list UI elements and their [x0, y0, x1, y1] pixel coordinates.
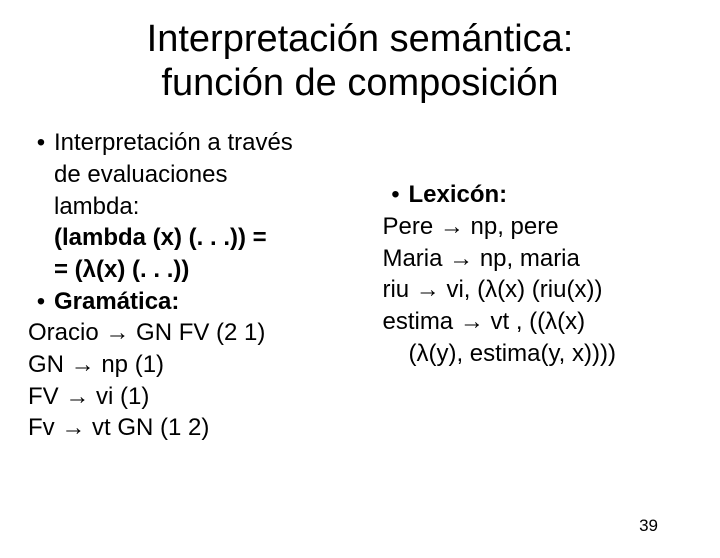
bullet-interpretation: • Interpretación a través de evaluacione… [28, 127, 382, 222]
right-column: • Lexicón: Pere → np, pere Maria → np, m… [382, 127, 692, 444]
bullet-dot-icon: • [28, 286, 54, 318]
text: lambda: [54, 193, 139, 220]
bullet-lexicon: • Lexicón: [382, 179, 692, 211]
bullet-dot-icon: • [28, 127, 54, 159]
text: Gramática: [54, 286, 382, 318]
lexicon-entry: riu → vi, (λ(x) (riu(x)) [382, 274, 692, 306]
bullet-grammar: • Gramática: [28, 286, 382, 318]
lexicon-entry: estima → vt , ((λ(x) [382, 306, 692, 338]
grammar-rule: FV → vi (1) [28, 381, 382, 413]
grammar-rule: Fv → vt GN (1 2) [28, 412, 382, 444]
lexicon-entry: Maria → np, maria [382, 243, 692, 275]
content-columns: • Interpretación a través de evaluacione… [0, 127, 720, 444]
page-number: 39 [639, 516, 658, 536]
grammar-rule: GN → np (1) [28, 349, 382, 381]
text: Interpretación a través [54, 129, 293, 156]
grammar-rule: Oracio → GN FV (2 1) [28, 317, 382, 349]
bullet-dot-icon: • [382, 179, 408, 211]
lambda-line2: = (λ(x) (. . .)) [28, 254, 382, 286]
lexicon-entry-cont: (λ(y), estima(y, x)))) [382, 338, 692, 370]
title-line2: función de composición [161, 62, 558, 104]
lambda-line1: (lambda (x) (. . .)) = [28, 222, 382, 254]
text: de evaluaciones [54, 161, 227, 188]
slide-title: Interpretación semántica: función de com… [0, 18, 720, 105]
lexicon-entry: Pere → np, pere [382, 211, 692, 243]
left-column: • Interpretación a través de evaluacione… [28, 127, 382, 444]
title-line1: Interpretación semántica: [147, 18, 574, 60]
text: Lexicón: [408, 179, 692, 211]
